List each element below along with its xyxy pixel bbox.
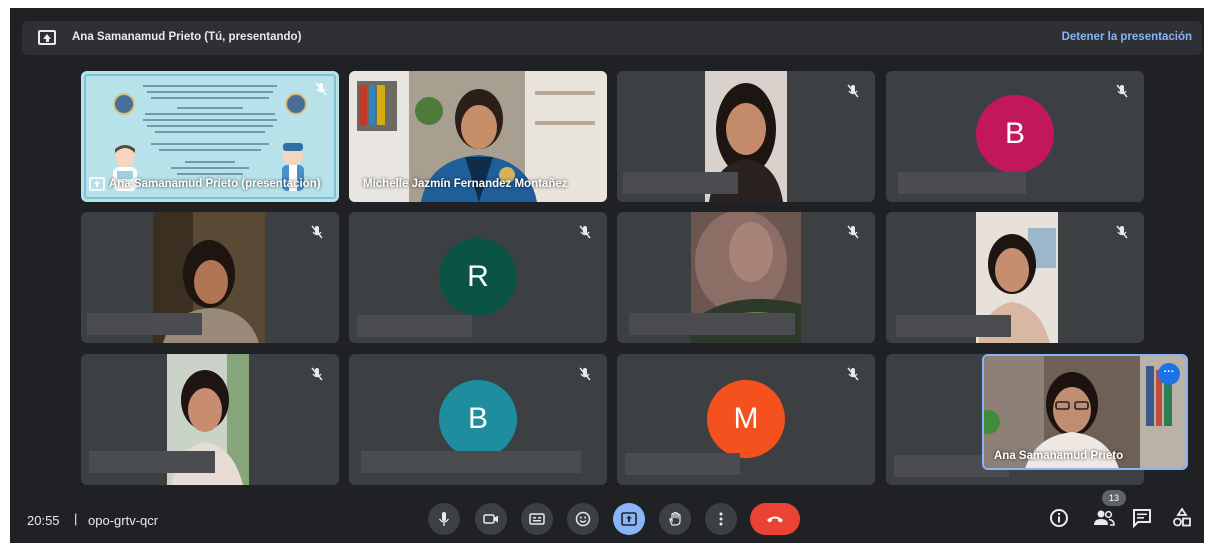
avatar: B — [976, 95, 1054, 173]
presenting-banner: Ana Samanamud Prieto (Tú, presentando) D… — [22, 21, 1202, 55]
mic-off-icon — [311, 367, 323, 381]
raise-hand-button[interactable] — [659, 503, 691, 535]
presenting-title: Ana Samanamud Prieto (Tú, presentando) — [72, 31, 302, 43]
participant-tile-video-1[interactable]: Michelle Jazmín Fernandez Montañez — [349, 71, 607, 202]
slide-text-line — [145, 113, 275, 115]
captions-button[interactable] — [521, 503, 553, 535]
redacted-name-label — [87, 313, 202, 335]
university-emblem-icon — [113, 93, 135, 115]
redacted-name-label — [357, 315, 472, 337]
avatar: M — [707, 380, 785, 458]
slide-text-line — [177, 173, 243, 175]
raise-hand-icon — [669, 511, 681, 526]
chat-icon[interactable] — [1130, 506, 1154, 530]
participant-tile-video-5[interactable] — [886, 212, 1144, 343]
slide-text-line — [147, 91, 273, 93]
mic-icon — [438, 512, 450, 526]
mic-off-icon — [579, 225, 591, 239]
meeting-time: 20:55 — [27, 513, 60, 528]
people-icon[interactable] — [1092, 506, 1116, 530]
mic-off-icon — [847, 225, 859, 239]
slide-text-line — [159, 149, 261, 151]
slide-text-line — [143, 85, 277, 87]
participant-tile-avatar-r[interactable]: R — [349, 212, 607, 343]
slide-text-line — [151, 143, 269, 145]
self-view-more-options-button[interactable]: ··· — [1158, 363, 1180, 385]
stop-presenting-button[interactable]: Detener la presentación — [1062, 31, 1192, 43]
captions-icon — [529, 513, 545, 525]
meeting-info-separator: | — [74, 511, 78, 526]
redacted-name-label — [89, 451, 215, 473]
leave-call-button[interactable] — [750, 503, 800, 535]
redacted-name-label — [361, 451, 581, 473]
redacted-name-label — [623, 172, 738, 194]
camera-button[interactable] — [475, 503, 507, 535]
meet-window: Ana Samanamud Prieto (Tú, presentando) D… — [10, 8, 1204, 543]
participant-tile-avatar-b2[interactable]: B — [349, 354, 607, 485]
camera-icon — [483, 514, 498, 524]
present-icon — [621, 512, 637, 526]
mic-off-icon — [847, 84, 859, 98]
redacted-name-label — [625, 453, 740, 475]
redacted-name-label — [898, 172, 1026, 194]
redacted-name-label — [896, 315, 1011, 337]
present-to-all-icon — [89, 177, 105, 191]
present-now-button[interactable] — [613, 503, 645, 535]
mic-off-icon — [579, 367, 591, 381]
slide-text-line — [185, 161, 235, 163]
mic-off-icon — [847, 367, 859, 381]
present-to-all-icon — [38, 30, 56, 45]
slide-text-line — [151, 97, 269, 99]
self-name-label: Ana Samanamud Prieto — [994, 450, 1124, 462]
participant-tile-avatar-b1[interactable]: B — [886, 71, 1144, 202]
more-options-button[interactable] — [705, 503, 737, 535]
mic-off-icon — [311, 225, 323, 239]
school-emblem-icon — [285, 93, 307, 115]
participant-tile-video-3[interactable] — [81, 212, 339, 343]
microphone-button[interactable] — [428, 503, 460, 535]
slide-text-line — [177, 107, 243, 109]
slide-text-line — [147, 125, 273, 127]
participant-count-badge: 13 — [1102, 490, 1126, 506]
more-options-icon — [719, 512, 723, 526]
avatar: R — [439, 238, 517, 316]
info-icon[interactable] — [1047, 506, 1071, 530]
presentation-tile[interactable]: Ana Samanamud Prieto (presentación) — [81, 71, 339, 202]
slide-text-line — [171, 167, 249, 169]
participant-tile-video-6[interactable] — [81, 354, 339, 485]
avatar: B — [439, 380, 517, 458]
mic-off-icon — [1116, 84, 1128, 98]
meeting-code: opo-grtv-qcr — [88, 513, 159, 528]
emoji-icon — [575, 511, 591, 527]
participant-tile-avatar-m[interactable]: M — [617, 354, 875, 485]
slide-text-line — [143, 119, 277, 121]
participant-name-label: Michelle Jazmín Fernandez Montañez — [363, 178, 568, 190]
participant-tile-video-4[interactable] — [617, 212, 875, 343]
mic-off-icon — [315, 82, 327, 96]
leave-call-icon — [767, 516, 783, 523]
slide-text-line — [155, 131, 265, 133]
participant-tile-video-2[interactable] — [617, 71, 875, 202]
reactions-button[interactable] — [567, 503, 599, 535]
presentation-name-label: Ana Samanamud Prieto (presentación) — [109, 178, 321, 190]
mic-off-icon — [1116, 225, 1128, 239]
self-view-tile[interactable]: Ana Samanamud Prieto ··· — [982, 354, 1188, 470]
redacted-name-label — [629, 313, 795, 335]
activities-icon[interactable] — [1170, 506, 1194, 530]
